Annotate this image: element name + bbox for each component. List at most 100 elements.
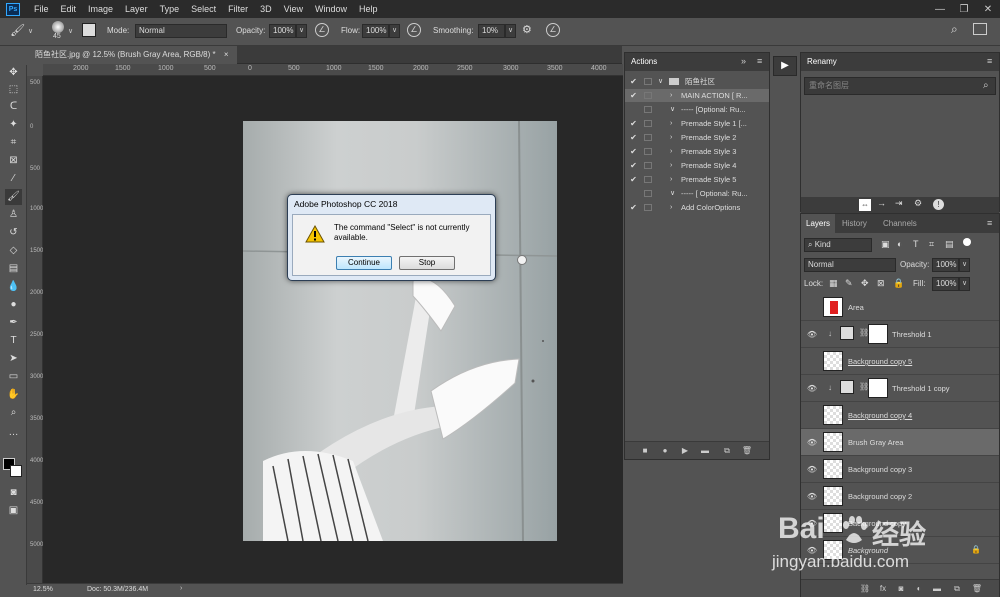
layer-row[interactable]: 👁 ↓ ⛓ Threshold 1 copy: [801, 375, 999, 402]
menu-layer[interactable]: Layer: [119, 4, 154, 14]
chevron-right-icon[interactable]: ›: [670, 145, 672, 158]
menu-window[interactable]: Window: [309, 4, 353, 14]
pen-tool-icon[interactable]: ✒: [5, 315, 22, 331]
clone-stamp-icon[interactable]: ♙: [5, 207, 22, 223]
marquee-tool-icon[interactable]: ⬚: [5, 82, 22, 98]
dialog-toggle-box[interactable]: [644, 190, 652, 197]
menu-3d[interactable]: 3D: [254, 4, 278, 14]
arrow-right-icon[interactable]: →: [877, 198, 886, 208]
renamy-panel-title[interactable]: Renamy: [807, 53, 837, 71]
blur-tool-icon[interactable]: 💧: [5, 279, 22, 295]
zoom-tool-icon[interactable]: ⌕: [5, 405, 22, 421]
document-image[interactable]: [242, 120, 558, 542]
fill-field[interactable]: 100%: [932, 277, 959, 291]
stop-recording-icon[interactable]: ■: [639, 445, 651, 457]
menu-edit[interactable]: Edit: [55, 4, 83, 14]
gear-icon[interactable]: ⚙: [914, 198, 922, 209]
visibility-toggle[interactable]: [806, 411, 818, 421]
visibility-toggle[interactable]: [806, 357, 818, 367]
new-layer-icon[interactable]: ⧉: [951, 583, 963, 595]
rename-input[interactable]: 重命名图层: [804, 77, 996, 95]
smoothing-dropdown[interactable]: ∨: [505, 24, 516, 38]
close-window-button[interactable]: ✕: [976, 0, 1000, 18]
type-tool-icon[interactable]: T: [5, 333, 22, 349]
dodge-tool-icon[interactable]: ●: [5, 297, 22, 313]
opacity-field[interactable]: 100%: [269, 24, 296, 38]
action-toggle-check[interactable]: ✔: [629, 117, 638, 130]
action-row[interactable]: ✔ › Premade Style 3: [625, 145, 769, 158]
dialog-toggle-box[interactable]: [644, 120, 652, 127]
brush-tool-preset-icon[interactable]: 🖌: [10, 23, 28, 39]
menu-select[interactable]: Select: [185, 4, 222, 14]
play-icon[interactable]: ▶: [679, 445, 691, 457]
action-row[interactable]: ✔ › Premade Style 1 [...: [625, 117, 769, 130]
search-icon[interactable]: ⌕: [983, 80, 989, 91]
panel-menu-icon[interactable]: ≡: [987, 218, 992, 228]
layer-row[interactable]: Background copy 4: [801, 402, 999, 429]
eraser-icon[interactable]: ◇: [5, 243, 22, 259]
eye-icon[interactable]: 👁: [806, 519, 818, 529]
restore-button[interactable]: ❐: [952, 0, 976, 18]
dialog-toggle-box[interactable]: [644, 92, 652, 99]
layer-opacity-field[interactable]: 100%: [932, 258, 959, 272]
trash-icon[interactable]: 🗑: [741, 445, 753, 457]
menu-filter[interactable]: Filter: [222, 4, 254, 14]
visibility-toggle[interactable]: [806, 303, 818, 313]
chevron-right-icon[interactable]: ›: [670, 89, 672, 102]
chevron-down-icon[interactable]: ∨: [658, 75, 663, 88]
path-selection-icon[interactable]: ➤: [5, 351, 22, 367]
tab-layers[interactable]: Layers: [801, 214, 836, 233]
document-tab[interactable]: 陌鱼社区.jpg @ 12.5% (Brush Gray Area, RGB/8…: [27, 46, 237, 64]
action-row[interactable]: ✔ › Premade Style 5: [625, 173, 769, 186]
crop-tool-icon[interactable]: ⌗: [5, 135, 22, 151]
arrow-in-icon[interactable]: ⇥: [895, 198, 903, 209]
lock-pixels-icon[interactable]: ✎: [845, 278, 853, 289]
fill-dropdown[interactable]: ∨: [959, 277, 970, 291]
dialog-toggle-box[interactable]: [644, 148, 652, 155]
actions-panel-title[interactable]: Actions: [631, 53, 657, 71]
layer-opacity-dropdown[interactable]: ∨: [959, 258, 970, 272]
type-filter-icon[interactable]: T: [913, 239, 919, 249]
chevron-right-icon[interactable]: ›: [670, 159, 672, 172]
play-icon[interactable]: ▶: [773, 56, 797, 76]
new-adjustment-icon[interactable]: ◐: [913, 583, 925, 595]
action-row[interactable]: ✔ › MAIN ACTION [ R...: [625, 89, 769, 102]
gear-icon[interactable]: ⚙: [522, 23, 532, 36]
flow-field[interactable]: 100%: [362, 24, 389, 38]
action-set-row[interactable]: ✔ ∨ 陌鱼社区: [625, 75, 769, 88]
smart-object-filter-icon[interactable]: ▤: [945, 239, 954, 250]
action-toggle-check[interactable]: ✔: [629, 75, 638, 88]
minimize-button[interactable]: —: [928, 0, 952, 18]
stop-button[interactable]: Stop: [399, 256, 455, 270]
link-layers-icon[interactable]: ⛓: [859, 583, 871, 595]
panel-menu-icon[interactable]: ≡: [987, 56, 992, 66]
trash-icon[interactable]: 🗑: [971, 583, 983, 595]
lock-position-icon[interactable]: ✥: [861, 278, 869, 289]
mode-select[interactable]: Normal: [135, 24, 227, 38]
collapse-icon[interactable]: »: [741, 56, 746, 66]
action-row[interactable]: ✔ › Add ColorOptions: [625, 201, 769, 214]
adjustment-filter-icon[interactable]: ◐: [897, 239, 902, 249]
dialog-toggle-box[interactable]: [644, 204, 652, 211]
dialog-toggle-box[interactable]: [644, 162, 652, 169]
action-toggle-check[interactable]: ✔: [629, 131, 638, 144]
menu-file[interactable]: File: [28, 4, 55, 14]
pressure-opacity-icon[interactable]: ∠: [315, 23, 329, 37]
eyedropper-icon[interactable]: ⁄: [5, 171, 22, 187]
chevron-right-icon[interactable]: ›: [670, 201, 672, 214]
pixel-filter-icon[interactable]: ▣: [881, 239, 890, 250]
hand-tool-icon[interactable]: ✋: [5, 387, 22, 403]
brush-tip-icon[interactable]: [52, 21, 64, 33]
tab-history[interactable]: History: [837, 214, 872, 233]
dialog-toggle-box[interactable]: [644, 176, 652, 183]
action-toggle-check[interactable]: ✔: [629, 173, 638, 186]
chevron-right-icon[interactable]: ›: [670, 131, 672, 144]
layer-row-selected[interactable]: 👁 Brush Gray Area: [801, 429, 999, 456]
zoom-level[interactable]: 12.5%: [33, 586, 53, 593]
frame-tool-icon[interactable]: ⊠: [5, 153, 22, 169]
action-row[interactable]: ✔ › Premade Style 4: [625, 159, 769, 172]
layer-kind-filter[interactable]: ⌕ Kind: [804, 238, 872, 252]
eye-icon[interactable]: 👁: [806, 492, 818, 502]
add-mask-icon[interactable]: ◙: [895, 583, 907, 595]
lasso-tool-icon[interactable]: ᑕ: [5, 99, 22, 115]
